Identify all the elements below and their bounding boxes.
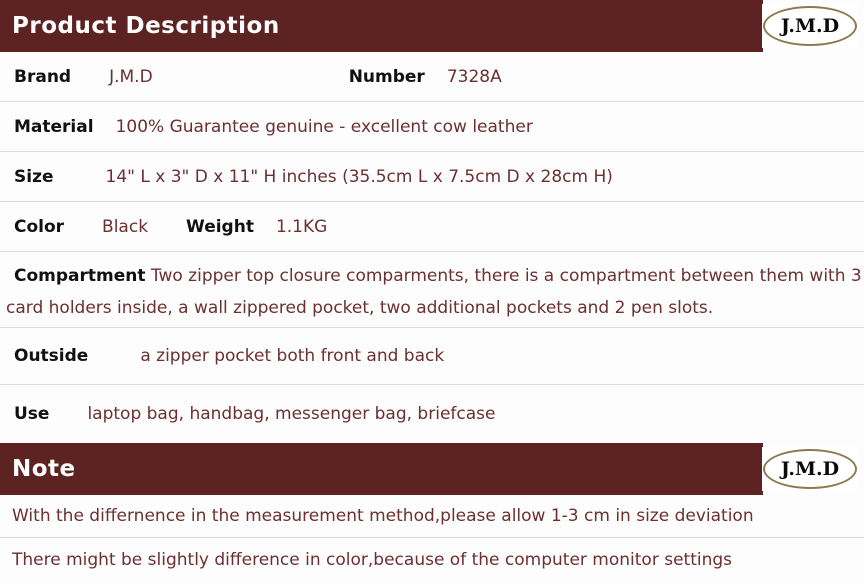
page-title: Product Description <box>12 13 280 39</box>
table-row-compartment: Compartment Two zipper top closure compa… <box>0 252 864 328</box>
logo-ellipse-icon: J.M.D <box>763 449 857 489</box>
note-title: Note <box>12 456 76 482</box>
row-value-use: laptop bag, handbag, messenger bag, brie… <box>87 404 496 424</box>
table-row-color-weight: Color Black Weight 1.1KG <box>0 202 864 252</box>
row-value-size: 14" L x 3" D x 11" H inches (35.5cm L x … <box>105 166 613 187</box>
row-value-brand: J.M.D <box>109 66 153 87</box>
brand-logo-note: J.M.D <box>762 447 858 491</box>
note-bar-fill <box>0 443 763 495</box>
note-line-text: There might be slightly difference in co… <box>12 549 733 570</box>
note-line-text: With the differnence in the measurement … <box>12 506 754 526</box>
row-label-use: Use <box>14 404 50 424</box>
table-row-brand: Brand J.M.D Number 7328A <box>0 52 864 102</box>
note-header: Note J.M.D <box>0 443 864 495</box>
row-value-weight: 1.1KG <box>275 216 328 237</box>
logo-text: J.M.D <box>780 457 840 480</box>
row-label-size: Size <box>14 166 54 187</box>
brand-logo: J.M.D <box>762 4 858 48</box>
row-label-material: Material <box>14 116 94 137</box>
logo-ellipse-icon: J.M.D <box>763 6 857 46</box>
row-value-material: 100% Guarantee genuine - excellent cow l… <box>115 116 533 137</box>
note-line-1: With the differnence in the measurement … <box>0 495 864 538</box>
row-label-number: Number <box>348 66 425 87</box>
row-label-weight: Weight <box>186 216 254 237</box>
note-line-2: There might be slightly difference in co… <box>0 538 864 581</box>
logo-text: J.M.D <box>780 14 840 37</box>
row-value-number: 7328A <box>446 66 502 87</box>
compartment-paragraph: Compartment Two zipper top closure compa… <box>6 260 864 324</box>
table-row-size: Size 14" L x 3" D x 11" H inches (35.5cm… <box>0 152 864 202</box>
row-label-brand: Brand <box>14 66 72 87</box>
row-label-outside: Outside <box>14 346 89 366</box>
table-row-use: Use laptop bag, handbag, messenger bag, … <box>0 385 864 443</box>
row-value-outside: a zipper pocket both front and back <box>140 346 445 366</box>
table-row-material: Material 100% Guarantee genuine - excell… <box>0 102 864 152</box>
table-row-outside: Outside a zipper pocket both front and b… <box>0 328 864 385</box>
row-label-color: Color <box>14 216 65 237</box>
row-label-compartment: Compartment <box>14 266 146 286</box>
product-description-sheet: Product Description J.M.D Brand J.M.D Nu… <box>0 0 864 584</box>
row-value-color: Black <box>102 216 149 237</box>
product-description-header: Product Description J.M.D <box>0 0 864 52</box>
